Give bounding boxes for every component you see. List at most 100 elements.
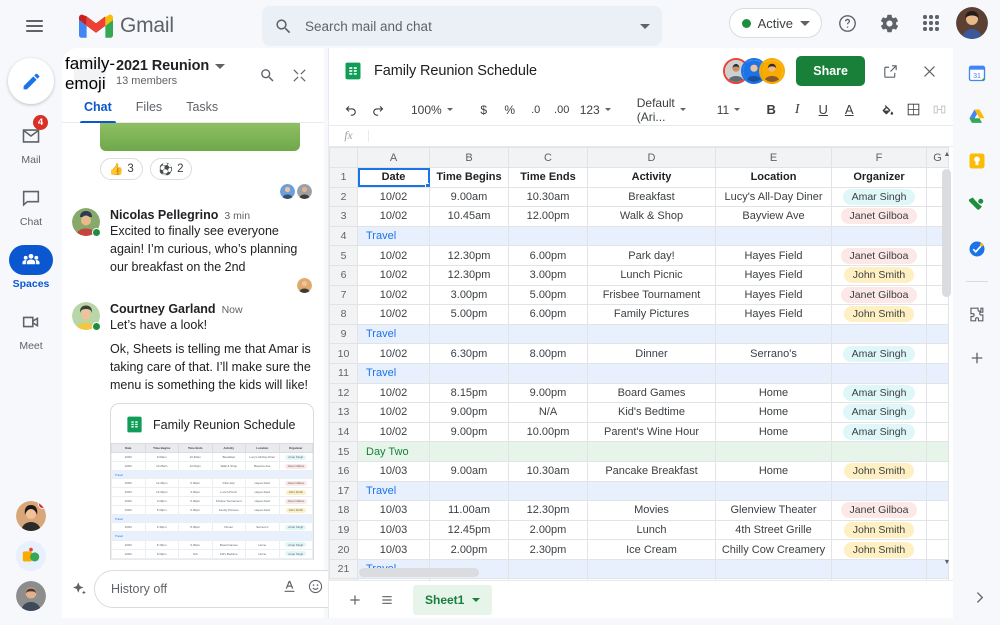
tab-chat[interactable]: Chat [72,96,124,123]
section-label-cell[interactable]: Day Two [357,441,430,462]
collapse-panel-button[interactable] [284,60,314,90]
sheet-tab-chevron-down-icon[interactable] [472,597,481,602]
compose-button[interactable] [8,58,54,104]
grid-cell[interactable]: Home [715,460,832,482]
status-badge[interactable]: Active [728,8,822,38]
grid-cell[interactable] [587,225,716,247]
row-header[interactable]: 14 [329,421,358,443]
grid-cell[interactable]: 10/02 [357,304,430,325]
grid-cell[interactable]: Lunch [587,519,716,541]
settings-button[interactable] [872,6,906,40]
row-header[interactable]: 6 [329,264,358,286]
zoom-level-select[interactable]: 100% [403,98,458,122]
grid-cell[interactable] [429,362,509,384]
row-header[interactable]: 19 [329,519,358,541]
table-row[interactable]: 20 10/03 2.00pm 2.30pm Ice Cream Chilly Cow C… [329,539,949,560]
grid-cell[interactable]: 10/03 [357,460,430,482]
emoji-button[interactable] [307,578,324,600]
section-label-cell[interactable]: Travel [357,480,430,502]
chat-message-list[interactable]: 👍 3 ⚽ 2 Nicolas Pellegrino 3 min Excited… [62,123,324,560]
grid-cell[interactable]: 10/02 [357,264,430,286]
row-header[interactable]: 20 [329,539,358,560]
grid-cell[interactable]: 9.00am [429,186,509,208]
grid-cell[interactable] [831,362,927,384]
grid-cell[interactable]: 12.30pm [429,264,509,286]
table-row[interactable]: 17 Travel [329,480,949,502]
table-row[interactable]: 11 Travel [329,362,949,384]
grid-cell[interactable]: 10/02 [357,421,430,443]
table-row[interactable]: 2 10/02 9.00am 10.30am Breakfast Lucy's All-D… [329,186,949,208]
grid-cell[interactable]: 12.45pm [429,519,509,541]
space-chevron-down-icon[interactable] [215,63,226,69]
contact-avatar-2[interactable] [16,541,46,571]
row-header[interactable]: 5 [329,245,358,266]
grid-cell[interactable] [715,323,832,345]
sidebar-item-chat[interactable]: Chat [0,183,62,228]
table-row[interactable]: 4 Travel [329,225,949,247]
sidebar-item-spaces[interactable]: Spaces [0,245,62,290]
collaborator-avatar[interactable] [759,58,786,84]
grid-cell[interactable] [508,323,588,345]
table-row[interactable]: 15 Day Two [329,441,949,462]
grid-cell[interactable]: 6.00pm [508,304,588,325]
column-header-f[interactable]: F [831,147,927,168]
grid-cell[interactable]: 4th Street Grille [715,519,832,541]
grid-cell[interactable]: 9.00pm [429,402,509,423]
row-header[interactable]: 2 [329,186,358,208]
column-header-c[interactable]: C [508,147,588,168]
grid-cell[interactable]: Kid's Bedtime [587,402,716,423]
table-row[interactable]: 12 10/02 8.15pm 9.00pm Board Games Home Amar S… [329,382,949,404]
grid-cell[interactable] [831,225,927,247]
table-row[interactable]: 19 10/03 12.45pm 2.00pm Lunch 4th Street Gril… [329,519,949,541]
section-label-cell[interactable]: Travel [357,225,430,247]
grid-cell[interactable]: 9.00pm [429,421,509,443]
grid-cell[interactable]: Walk & Shop [587,206,716,227]
table-row[interactable]: 2010/033.00pm5.30pmMuseum DayGlenview Sc… [329,578,949,580]
grid-cell[interactable]: Time Ends [508,167,588,188]
table-row[interactable]: 9 Travel [329,323,949,345]
sidebar-item-meet[interactable]: Meet [0,307,62,352]
grid-cell[interactable] [429,441,509,462]
grid-cell[interactable] [429,480,509,502]
bold-button[interactable]: B [759,98,783,122]
text-color-button[interactable]: A [837,98,861,122]
grid-cell[interactable]: 10.45am [429,206,509,227]
row-header[interactable]: 18 [329,500,358,521]
grid-cell[interactable]: 10/03 [357,578,430,580]
message-avatar[interactable] [72,302,101,332]
grid-cell[interactable]: 10/02 [357,186,430,208]
section-label-cell[interactable]: Travel [357,362,430,384]
row-header[interactable]: 8 [329,304,358,325]
grid-cell[interactable]: 10/02 [357,206,430,227]
grid-cell[interactable]: 10.00pm [508,421,588,443]
number-format-select[interactable]: 123 [576,98,615,122]
reaction-chip-thumbsup[interactable]: 👍 3 [100,158,143,180]
grid-cell[interactable]: Family Pictures [587,304,716,325]
grid-cell[interactable]: Amar Singh [831,578,927,580]
grid-cell[interactable]: 10.30am [508,460,588,482]
grid-cell[interactable]: 10/02 [357,402,430,423]
section-label-cell[interactable]: Travel [357,323,430,345]
grid-cell[interactable] [831,323,927,345]
grid-cell[interactable]: 10/02 [357,284,430,306]
grid-cell[interactable]: Janet Gilboa [831,245,927,266]
table-row[interactable]: 14 10/02 9.00pm 10.00pm Parent's Wine Hour Ho… [329,421,949,443]
tab-tasks[interactable]: Tasks [174,96,230,122]
row-header[interactable]: 11 [329,362,358,384]
help-button[interactable] [830,6,864,40]
contact-avatar-1[interactable] [16,501,46,531]
grid-cell[interactable] [831,480,927,502]
grid-cell[interactable]: John Smith [831,264,927,286]
grid-cell[interactable] [508,362,588,384]
get-addons-button[interactable] [964,301,990,327]
close-panel-button[interactable] [915,57,943,85]
grid-cell[interactable]: Parent's Wine Hour [587,421,716,443]
table-row[interactable]: 18 10/03 11.00am 12.30pm Movies Glenview Thea… [329,500,949,521]
horizontal-scroll-thumb[interactable] [359,568,479,577]
grid-cell[interactable]: 8.15pm [429,382,509,404]
google-tasks-button[interactable] [964,236,990,262]
grid-cell[interactable]: 2.30pm [508,539,588,560]
grid-cell[interactable]: Amar Singh [831,382,927,404]
tab-files[interactable]: Files [124,96,174,122]
grid-cell[interactable] [926,578,949,580]
